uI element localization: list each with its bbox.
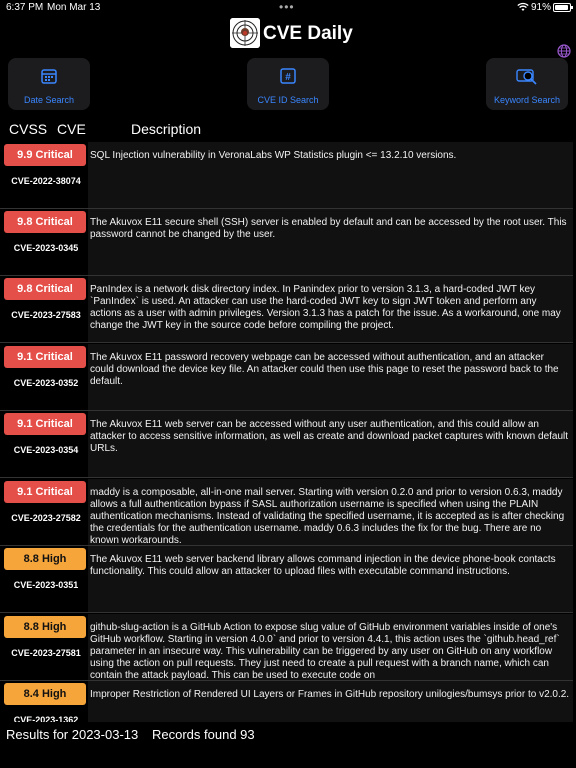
cve-description: The Akuvox E11 secure shell (SSH) server… (90, 217, 567, 240)
description-cell: github-slug-action is a GitHub Action to… (88, 614, 573, 680)
number-sign-icon: # (280, 68, 296, 84)
cvss-badge: 8.8 High (4, 548, 86, 570)
description-cell: The Akuvox E11 password recovery webpage… (88, 344, 573, 410)
multitasking-dots-icon[interactable]: ••• (279, 0, 295, 14)
cve-description: Improper Restriction of Rendered UI Laye… (90, 689, 570, 700)
cvss-badge: 9.1 Critical (4, 413, 86, 435)
cve-description: SQL Injection vulnerability in VeronaLab… (90, 150, 457, 161)
status-bar: 6:37 PM Mon Mar 13 ••• 91% (0, 0, 576, 16)
column-headers: CVSS CVE Description (0, 121, 576, 139)
cve-row[interactable]: 9.8 Critical CVE-2023-27583 PanIndex is … (0, 276, 573, 343)
wifi-icon (517, 2, 529, 11)
cve-row[interactable]: 9.9 Critical CVE-2022-38074 SQL Injectio… (0, 142, 573, 209)
cvss-badge: 8.8 High (4, 616, 86, 638)
description-cell: The Akuvox E11 web server can be accesse… (88, 411, 573, 477)
cvss-badge: 9.1 Critical (4, 346, 86, 368)
results-footer: Results for 2023-03-13 Records found 93 (0, 727, 576, 745)
globe-icon[interactable] (557, 44, 571, 58)
description-cell: PanIndex is a network disk directory ind… (88, 276, 573, 342)
cve-list[interactable]: 9.9 Critical CVE-2022-38074 SQL Injectio… (0, 142, 573, 722)
cvss-badge: 9.8 Critical (4, 278, 86, 300)
cve-id: CVE-2023-0351 (13, 580, 79, 590)
cve-id: CVE-2022-38074 (11, 176, 81, 186)
cve-meta-cell: 9.8 Critical CVE-2023-27583 (3, 276, 86, 342)
cve-id-search-label: CVE ID Search (257, 95, 319, 105)
records-count: Records found 93 (152, 727, 255, 742)
column-header-cve: CVE (57, 121, 86, 137)
cve-description: github-slug-action is a GitHub Action to… (90, 622, 560, 680)
cve-id: CVE-2023-27582 (11, 513, 81, 523)
cve-meta-cell: 9.1 Critical CVE-2023-0354 (3, 411, 86, 477)
cve-description: PanIndex is a network disk directory ind… (90, 284, 561, 331)
cve-row[interactable]: 9.1 Critical CVE-2023-27582 maddy is a c… (0, 479, 573, 546)
battery-percent: 91% (531, 2, 552, 13)
column-header-cvss: CVSS (9, 121, 48, 137)
cve-description: The Akuvox E11 password recovery webpage… (90, 352, 559, 387)
cve-row[interactable]: 8.8 High CVE-2023-27581 github-slug-acti… (0, 614, 573, 681)
cve-id: CVE-2023-0354 (13, 445, 79, 455)
cve-meta-cell: 9.9 Critical CVE-2022-38074 (3, 142, 86, 208)
cve-row[interactable]: 8.4 High CVE-2023-1362 Improper Restrict… (0, 681, 573, 722)
cve-id: CVE-2023-0345 (13, 243, 79, 253)
cve-id: CVE-2023-0352 (13, 378, 79, 388)
cve-description: maddy is a composable, all-in-one mail s… (90, 487, 565, 545)
cve-description: The Akuvox E11 web server can be accesse… (90, 419, 569, 454)
app-header: CVE Daily (0, 18, 576, 52)
cve-id-search-button[interactable]: # CVE ID Search (247, 58, 329, 110)
description-cell: maddy is a composable, all-in-one mail s… (88, 479, 573, 545)
cve-id: CVE-2023-27583 (11, 310, 81, 320)
column-header-description: Description (131, 121, 202, 137)
description-cell: Improper Restriction of Rendered UI Laye… (88, 681, 573, 722)
date-search-label: Date Search (23, 95, 75, 105)
date-search-button[interactable]: Date Search (8, 58, 90, 110)
description-cell: The Akuvox E11 secure shell (SSH) server… (88, 209, 573, 275)
battery-icon (553, 3, 573, 12)
description-cell: The Akuvox E11 web server backend librar… (88, 546, 573, 612)
description-cell: SQL Injection vulnerability in VeronaLab… (88, 142, 573, 208)
text-search-icon (516, 69, 537, 85)
cve-row[interactable]: 9.8 Critical CVE-2023-0345 The Akuvox E1… (0, 209, 573, 276)
cve-row[interactable]: 9.1 Critical CVE-2023-0354 The Akuvox E1… (0, 411, 573, 478)
cve-row[interactable]: 9.1 Critical CVE-2023-0352 The Akuvox E1… (0, 344, 573, 411)
status-time: 6:37 PM (6, 2, 44, 13)
cve-id: CVE-2023-27581 (11, 648, 81, 658)
cve-meta-cell: 9.1 Critical CVE-2023-27582 (3, 479, 86, 545)
status-date: Mon Mar 13 (47, 2, 101, 13)
svg-text:#: # (285, 72, 291, 83)
app-logo-icon (230, 18, 260, 48)
calendar-icon (41, 69, 57, 84)
cvss-badge: 8.4 High (4, 683, 86, 705)
cve-meta-cell: 8.8 High CVE-2023-0351 (3, 546, 86, 612)
app-title: CVE Daily (263, 23, 353, 44)
cvss-badge: 9.9 Critical (4, 144, 86, 166)
cve-meta-cell: 9.1 Critical CVE-2023-0352 (3, 344, 86, 410)
cve-meta-cell: 8.4 High CVE-2023-1362 (3, 681, 86, 722)
cve-meta-cell: 9.8 Critical CVE-2023-0345 (3, 209, 86, 275)
keyword-search-label: Keyword Search (493, 95, 561, 105)
cve-description: The Akuvox E11 web server backend librar… (90, 554, 556, 577)
cvss-badge: 9.1 Critical (4, 481, 86, 503)
keyword-search-button[interactable]: Keyword Search (486, 58, 568, 110)
cve-meta-cell: 8.8 High CVE-2023-27581 (3, 614, 86, 680)
cvss-badge: 9.8 Critical (4, 211, 86, 233)
results-date: Results for 2023-03-13 (6, 727, 139, 742)
cve-id: CVE-2023-1362 (13, 715, 79, 722)
cve-row[interactable]: 8.8 High CVE-2023-0351 The Akuvox E11 we… (0, 546, 573, 613)
